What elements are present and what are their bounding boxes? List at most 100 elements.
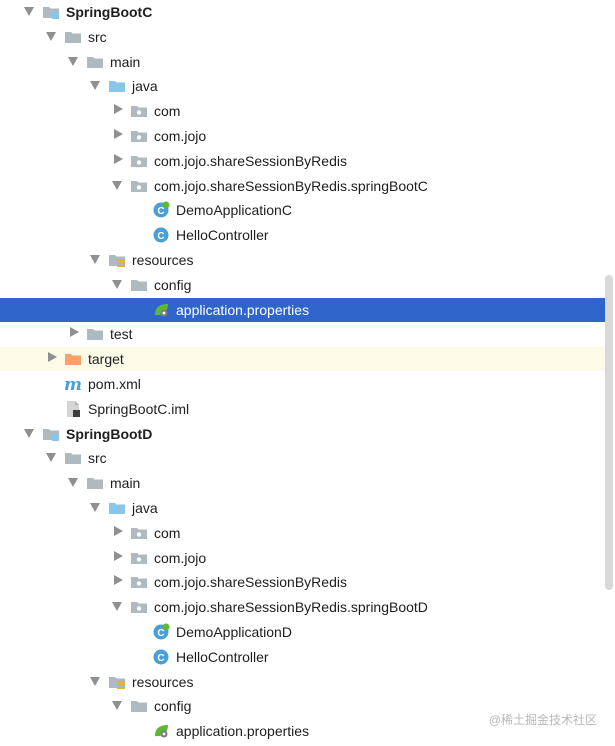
svg-text:C: C <box>157 231 164 242</box>
package-icon <box>130 573 148 591</box>
tree-node[interactable]: resources <box>0 248 613 272</box>
chevron-right-icon[interactable] <box>114 129 123 139</box>
tree-node[interactable]: resources <box>0 670 613 694</box>
tree-node[interactable]: SpringBootD <box>0 422 613 446</box>
tree-node[interactable]: target <box>0 347 613 372</box>
package-icon <box>130 549 148 567</box>
chevron-down-icon[interactable] <box>90 255 100 264</box>
chevron-down-icon[interactable] <box>112 602 122 612</box>
tree-node[interactable]: com.jojo.shareSessionByRedis.springBootD <box>0 595 613 619</box>
chevron-down-icon[interactable] <box>24 7 34 16</box>
folder-icon <box>64 28 82 46</box>
tree-node-label: target <box>88 351 124 368</box>
resources-folder-icon <box>108 673 126 691</box>
svg-text:C: C <box>157 653 164 664</box>
chevron-down-icon[interactable] <box>46 31 56 41</box>
chevron-right-icon[interactable] <box>114 525 123 536</box>
tree-node[interactable]: SpringBootC <box>0 0 613 24</box>
tree-node[interactable]: java <box>0 74 613 98</box>
tree-node-label: config <box>154 276 192 293</box>
package-icon <box>130 152 148 170</box>
module-icon <box>42 425 60 443</box>
spring-properties-icon <box>152 722 170 740</box>
tree-node[interactable]: application.properties <box>0 297 613 322</box>
tree-node[interactable]: com.jojo.shareSessionByRedis <box>0 570 613 594</box>
spring-properties-icon <box>152 301 170 319</box>
chevron-right-icon[interactable] <box>114 575 123 586</box>
tree-node[interactable]: C DemoApplicationC <box>0 198 613 222</box>
spring-boot-class-icon: C <box>152 201 170 219</box>
tree-node-label: main <box>110 53 141 70</box>
tree-node[interactable]: java <box>0 496 613 520</box>
tree-node[interactable]: main <box>0 50 613 74</box>
chevron-down-icon[interactable] <box>112 180 122 190</box>
folder-icon <box>64 449 82 467</box>
excluded-folder-icon <box>64 350 82 368</box>
class-icon: C <box>152 226 170 244</box>
tree-node[interactable]: com.jojo <box>0 546 613 570</box>
tree-node-label: com <box>154 524 181 541</box>
tree-node-label: java <box>132 78 158 95</box>
chevron-down-icon[interactable] <box>68 478 78 488</box>
package-icon <box>130 598 148 616</box>
chevron-right-icon[interactable] <box>48 352 57 363</box>
chevron-down-icon[interactable] <box>112 279 122 289</box>
tree-node-label: SpringBootD <box>66 425 153 442</box>
tree-node-label: com.jojo <box>154 128 207 144</box>
chevron-down-icon[interactable] <box>112 701 122 711</box>
chevron-down-icon[interactable] <box>90 503 100 512</box>
chevron-right-icon[interactable] <box>70 327 79 338</box>
tree-node-label: java <box>132 500 158 516</box>
tree-node[interactable]: test <box>0 322 613 346</box>
tree-node-label: com.jojo <box>154 549 207 566</box>
tree-node[interactable]: com.jojo.shareSessionByRedis <box>0 149 613 173</box>
chevron-down-icon[interactable] <box>46 453 56 463</box>
spring-boot-class-icon: C <box>152 623 170 641</box>
tree-node[interactable]: com <box>0 99 613 123</box>
tree-node-label: pom.xml <box>88 376 141 392</box>
tree-node-label: DemoApplicationD <box>176 624 292 640</box>
chevron-right-icon[interactable] <box>114 153 123 164</box>
tree-node-label: test <box>110 326 133 343</box>
tree-node-label: config <box>154 698 192 715</box>
vertical-scrollbar[interactable] <box>605 275 613 590</box>
tree-node[interactable]: m pom.xml <box>0 372 613 396</box>
source-folder-icon <box>108 77 126 95</box>
iml-file-icon <box>64 400 82 418</box>
svg-text:C: C <box>157 628 164 639</box>
module-icon <box>42 3 60 21</box>
package-icon <box>130 102 148 120</box>
folder-icon <box>86 474 104 492</box>
tree-node[interactable]: com.jojo.shareSessionByRedis.springBootC <box>0 174 613 198</box>
tree-node[interactable]: SpringBootC.iml <box>0 397 613 421</box>
package-icon <box>130 127 148 145</box>
chevron-down-icon[interactable] <box>90 81 100 91</box>
tree-node-label: HelloController <box>176 648 269 665</box>
tree-node[interactable]: src <box>0 446 613 470</box>
svg-text:m: m <box>64 375 82 393</box>
chevron-down-icon[interactable] <box>68 56 78 66</box>
chevron-right-icon[interactable] <box>114 104 123 115</box>
chevron-right-icon[interactable] <box>114 550 123 561</box>
svg-text:C: C <box>157 206 164 217</box>
chevron-down-icon[interactable] <box>90 676 100 686</box>
tree-node-label: com.jojo.shareSessionByRedis.springBootD <box>154 599 428 616</box>
tree-node-label: com.jojo.shareSessionByRedis.springBootC <box>154 177 428 194</box>
tree-node[interactable]: main <box>0 471 613 495</box>
tree-node[interactable]: src <box>0 25 613 49</box>
tree-node[interactable]: C HelloController <box>0 223 613 247</box>
tree-node-label: com <box>154 103 181 120</box>
tree-node-label: resources <box>132 252 194 268</box>
tree-node[interactable]: com.jojo <box>0 124 613 148</box>
maven-icon: m <box>64 375 82 395</box>
chevron-down-icon[interactable] <box>24 428 34 438</box>
resources-folder-icon <box>108 251 126 269</box>
tree-node[interactable]: com <box>0 521 613 545</box>
tree-node-label: resources <box>132 673 194 690</box>
tree-node-label: application.properties <box>176 301 310 318</box>
tree-node[interactable]: C HelloController <box>0 645 613 669</box>
tree-node[interactable]: config <box>0 273 613 297</box>
package-icon <box>130 177 148 195</box>
tree-node[interactable]: C DemoApplicationD <box>0 620 613 644</box>
class-icon: C <box>152 648 170 666</box>
